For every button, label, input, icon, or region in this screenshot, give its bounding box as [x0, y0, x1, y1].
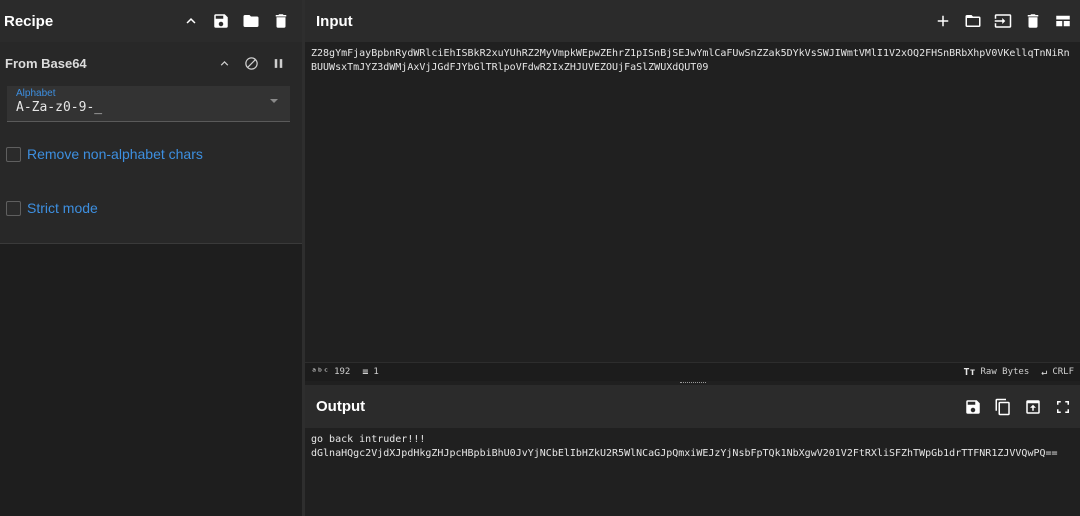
lines-icon: ≡ — [362, 366, 369, 378]
remove-non-alphabet-option[interactable]: Remove non-alphabet chars — [6, 146, 302, 162]
open-folder-icon[interactable] — [964, 12, 982, 30]
char-count-value: 192 — [334, 367, 351, 377]
alphabet-label: Alphabet — [16, 88, 56, 99]
fullscreen-icon[interactable] — [1054, 398, 1072, 416]
remove-non-alphabet-label[interactable]: Remove non-alphabet chars — [27, 146, 203, 162]
input-file-icon[interactable] — [994, 12, 1012, 30]
line-count-value: 1 — [373, 367, 379, 377]
alphabet-value: A-Za-z0-9-_ — [16, 100, 103, 115]
strict-mode-label[interactable]: Strict mode — [27, 200, 98, 216]
input-pane: Input Z28gYmFjayBpbnRydWRlciEhISBkR2xuYU… — [305, 0, 1080, 381]
save-icon[interactable] — [964, 398, 982, 416]
remove-non-alphabet-checkbox[interactable] — [6, 146, 21, 162]
add-icon[interactable] — [934, 12, 952, 30]
output-text: go back intruder!!! dGlnaHQgc2VjdXJpdHkg… — [311, 434, 1058, 459]
trash-icon[interactable] — [272, 12, 290, 30]
chevron-up-icon[interactable] — [217, 56, 232, 71]
return-icon: ↵ — [1041, 366, 1048, 378]
recipe-header: Recipe — [0, 0, 302, 42]
recipe-title: Recipe — [4, 12, 54, 30]
abc-icon: ᵃᵇᶜ — [311, 366, 330, 378]
encoding-value: Raw Bytes — [980, 367, 1030, 377]
eol-value: CRLF — [1052, 367, 1074, 377]
output-pane: Output go back intruder!!! dGlnaHQgc2Vjd… — [305, 385, 1080, 516]
output-header: Output — [305, 385, 1080, 428]
encoding-selector[interactable]: Tт Raw Bytes — [963, 367, 1029, 378]
input-status-bar: ᵃᵇᶜ 192 ≡ 1 Tт Raw Bytes ↵ CRLF — [305, 362, 1080, 381]
chevron-up-icon[interactable] — [182, 12, 200, 30]
layout-icon[interactable] — [1054, 12, 1072, 30]
alphabet-select[interactable]: Alphabet A-Za-z0-9-_ — [7, 86, 290, 122]
input-header: Input — [305, 0, 1080, 42]
from-base64-operation: From Base64 Alphabet A-Za-z0-9-_ Remove … — [0, 42, 302, 244]
dropdown-caret-icon — [270, 99, 278, 103]
output-title: Output — [316, 398, 366, 415]
char-count: ᵃᵇᶜ 192 — [311, 367, 350, 378]
eol-selector[interactable]: ↵ CRLF — [1041, 367, 1074, 378]
operation-title: From Base64 — [5, 55, 87, 71]
trash-icon[interactable] — [1024, 12, 1042, 30]
replace-input-icon[interactable] — [1024, 398, 1042, 416]
strict-mode-checkbox[interactable] — [6, 200, 21, 216]
folder-icon[interactable] — [242, 12, 260, 30]
pause-icon[interactable] — [271, 56, 286, 71]
strict-mode-option[interactable]: Strict mode — [6, 200, 302, 216]
input-text[interactable]: Z28gYmFjayBpbnRydWRlciEhISBkR2xuYUhRZ2My… — [305, 42, 1080, 79]
text-format-icon: Tт — [963, 366, 976, 378]
recipe-panel: Recipe From Base64 Alphabet A-Za-z0-9-_ … — [0, 0, 302, 516]
save-icon[interactable] — [212, 12, 230, 30]
input-title: Input — [316, 12, 353, 30]
disable-icon[interactable] — [244, 56, 259, 71]
line-count: ≡ 1 — [362, 367, 378, 378]
copy-icon[interactable] — [994, 398, 1012, 416]
